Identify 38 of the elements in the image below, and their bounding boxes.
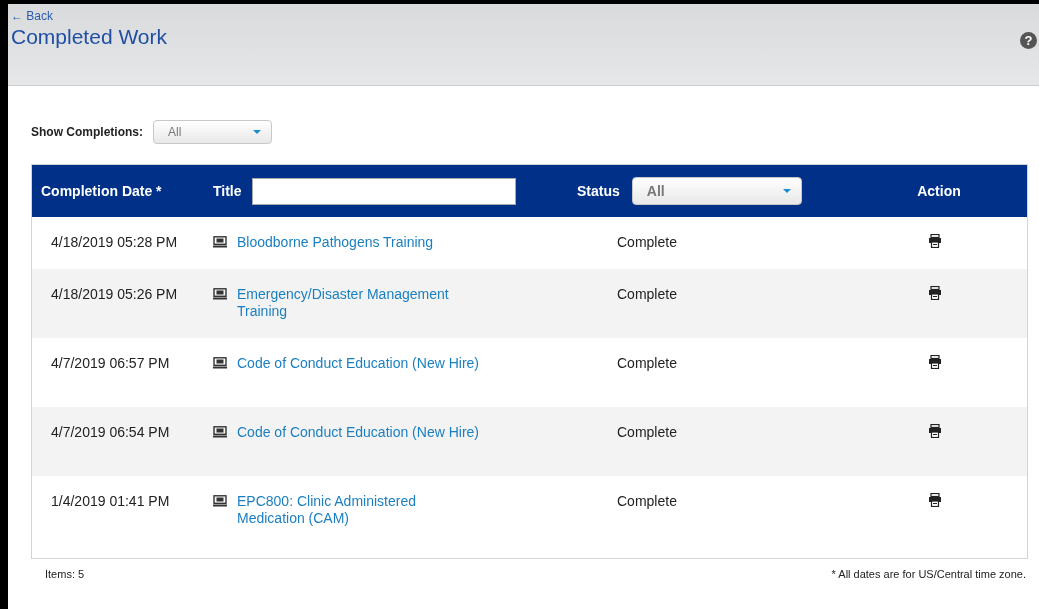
monitor-icon xyxy=(213,236,227,248)
course-title-link[interactable]: Bloodborne Pathogens Training xyxy=(237,234,482,251)
monitor-icon xyxy=(213,288,227,300)
date-cell: 4/18/2019 05:26 PM xyxy=(51,286,178,302)
column-header: Action xyxy=(917,183,961,199)
print-icon[interactable] xyxy=(929,286,941,300)
item-count: Items: 5 xyxy=(45,568,85,580)
status-cell: Complete xyxy=(617,234,677,250)
filter-label: Show Completions: xyxy=(31,125,143,139)
status-cell: Complete xyxy=(617,493,677,509)
status-cell: Complete xyxy=(617,424,677,440)
course-title-link[interactable]: Code of Conduct Education (New Hire) xyxy=(237,424,482,441)
course-title-link[interactable]: Code of Conduct Education (New Hire) xyxy=(237,355,482,372)
column-header: Title xyxy=(213,183,242,199)
date-cell: 4/7/2019 06:54 PM xyxy=(51,424,170,440)
print-icon[interactable] xyxy=(929,424,941,438)
monitor-icon xyxy=(213,495,227,507)
status-cell: Complete xyxy=(617,286,677,302)
date-cell: 4/18/2019 05:28 PM xyxy=(51,234,178,250)
status-cell: Complete xyxy=(617,355,677,371)
course-title-link[interactable]: Emergency/Disaster Management Training xyxy=(237,286,482,320)
monitor-icon xyxy=(213,357,227,369)
print-icon[interactable] xyxy=(929,493,941,507)
print-icon[interactable] xyxy=(929,355,941,369)
completions-dropdown[interactable]: All xyxy=(153,120,272,144)
back-link[interactable]: ← Back xyxy=(11,10,53,23)
print-icon[interactable] xyxy=(929,234,941,248)
date-cell: 1/4/2019 01:41 PM xyxy=(51,493,170,509)
column-header: Status xyxy=(577,183,620,199)
title-search-field[interactable] xyxy=(251,177,516,205)
column-header: Completion Date * xyxy=(41,183,162,199)
date-cell: 4/7/2019 06:57 PM xyxy=(51,355,170,371)
help-icon[interactable]: ? xyxy=(1020,32,1037,49)
status-dropdown[interactable]: All xyxy=(631,177,802,205)
timezone-note: * All dates are for US/Central time zone. xyxy=(831,568,1026,580)
course-title-link[interactable]: EPC800: Clinic Administered Medication (CAM) xyxy=(237,493,482,527)
page-title: Completed Work xyxy=(11,24,167,50)
monitor-icon xyxy=(213,426,227,438)
